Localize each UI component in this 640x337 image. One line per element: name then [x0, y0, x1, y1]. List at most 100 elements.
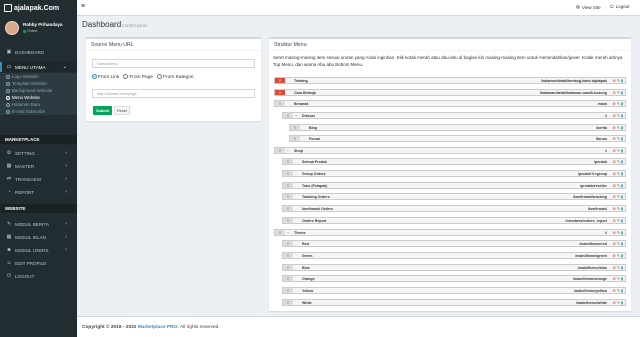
- drag-handle-icon[interactable]: ≡: [275, 90, 285, 95]
- delete-icon[interactable]: ⊗: [613, 194, 616, 199]
- menu-item-row[interactable]: ≡ White/main/theme/white ⊗ ✎ ▮: [282, 299, 626, 306]
- trash-icon[interactable]: ▮: [621, 194, 623, 199]
- edit-icon[interactable]: ✎: [617, 265, 620, 270]
- menu-item-row[interactable]: ≡ Forum/forum ⊗ ✎ ▮: [289, 135, 626, 142]
- menu-item-row[interactable]: ≡ − Theme # ⊗ ✎ ▮: [274, 229, 626, 236]
- logout-link[interactable]: ⏻ Logout: [610, 4, 629, 9]
- menu-item-row[interactable]: ≡ Beranda/main ⊗ ✎ ▮: [274, 100, 626, 107]
- drag-handle-icon[interactable]: ≡: [283, 218, 293, 223]
- edit-icon[interactable]: ✎: [617, 300, 620, 305]
- drag-handle-icon[interactable]: ≡: [290, 136, 300, 141]
- trash-icon[interactable]: ▮: [621, 218, 623, 223]
- radio-from-page[interactable]: From Page: [123, 74, 153, 80]
- edit-icon[interactable]: ✎: [617, 113, 620, 118]
- app-logo[interactable]: ajalapak.Com: [0, 0, 77, 16]
- menu-item-row[interactable]: ≡ − Shop # ⊗ ✎ ▮: [274, 147, 626, 154]
- edit-icon[interactable]: ✎: [617, 171, 620, 176]
- trash-icon[interactable]: ▮: [621, 276, 623, 281]
- delete-icon[interactable]: ⊗: [613, 101, 616, 106]
- drag-handle-icon[interactable]: ≡: [283, 265, 293, 270]
- trash-icon[interactable]: ▮: [621, 90, 623, 95]
- submenu-template-website[interactable]: Template Website: [0, 80, 77, 87]
- drag-handle-icon[interactable]: ≡: [283, 276, 293, 281]
- drag-handle-icon[interactable]: ≡: [283, 288, 293, 293]
- menu-item-row[interactable]: ≡ Tentang/halaman/detail/tentang-kami-taj…: [274, 77, 626, 84]
- drag-handle-icon[interactable]: ≡: [283, 300, 293, 305]
- radio-from-link[interactable]: From Link: [92, 74, 119, 80]
- submenu-menu-website[interactable]: Menu Website: [0, 94, 77, 101]
- drag-handle-icon[interactable]: ≡: [275, 78, 285, 83]
- sidebar-item-report[interactable]: ◔ REPORT ‹: [0, 187, 77, 197]
- sidebar-item-transaksi[interactable]: ⇄ TRANSAKSI ‹: [0, 174, 77, 184]
- trash-icon[interactable]: ▮: [621, 148, 623, 153]
- drag-handle-icon[interactable]: ≡: [275, 148, 285, 153]
- delete-icon[interactable]: ⊗: [613, 90, 616, 95]
- drag-handle-icon[interactable]: ≡: [283, 159, 293, 164]
- menu-item-row[interactable]: ≡ Tracking Orders/konfirmasi/tracking ⊗ ✎ ▮: [282, 193, 626, 200]
- delete-icon[interactable]: ⊗: [613, 183, 616, 188]
- trash-icon[interactable]: ▮: [621, 230, 623, 235]
- delete-icon[interactable]: ⊗: [613, 300, 616, 305]
- menu-item-row[interactable]: ≡ − Diskusi # ⊗ ✎ ▮: [282, 112, 626, 119]
- trash-icon[interactable]: ▮: [621, 265, 623, 270]
- delete-icon[interactable]: ⊗: [613, 276, 616, 281]
- drag-handle-icon[interactable]: ≡: [283, 194, 293, 199]
- edit-icon[interactable]: ✎: [617, 194, 620, 199]
- delete-icon[interactable]: ⊗: [613, 206, 616, 211]
- trash-icon[interactable]: ▮: [621, 300, 623, 305]
- edit-icon[interactable]: ✎: [617, 78, 620, 83]
- footer-brand-link[interactable]: Marketplace PRO.: [138, 325, 179, 330]
- edit-icon[interactable]: ✎: [617, 136, 620, 141]
- reset-button[interactable]: Reset: [114, 106, 130, 115]
- edit-icon[interactable]: ✎: [617, 90, 620, 95]
- drag-handle-icon[interactable]: ≡: [275, 230, 285, 235]
- delete-icon[interactable]: ⊗: [613, 136, 616, 141]
- trash-icon[interactable]: ▮: [621, 101, 623, 106]
- menu-item-row[interactable]: ≡ Semua Produk/produk ⊗ ✎ ▮: [282, 158, 626, 165]
- sidebar-item-modul-berita[interactable]: ✎ MODUL BERITA ‹: [0, 219, 77, 229]
- submenu-logo-website[interactable]: Logo Website: [0, 73, 77, 80]
- trash-icon[interactable]: ▮: [621, 78, 623, 83]
- sidebar-item-setting[interactable]: ⚙ SETTING ‹: [0, 148, 77, 158]
- delete-icon[interactable]: ⊗: [613, 288, 616, 293]
- drag-handle-icon[interactable]: ≡: [283, 206, 293, 211]
- drag-handle-icon[interactable]: ≡: [283, 171, 293, 176]
- menu-item-row[interactable]: ≡ Orders Report/members/orders_report ⊗ ✎ ▮: [282, 217, 626, 224]
- edit-icon[interactable]: ✎: [617, 218, 620, 223]
- edit-icon[interactable]: ✎: [617, 288, 620, 293]
- menu-item-row[interactable]: ≡ Green/main/theme/green ⊗ ✎ ▮: [282, 252, 626, 259]
- url-input[interactable]: http://domain.com/page: [92, 89, 255, 98]
- edit-icon[interactable]: ✎: [617, 125, 620, 130]
- delete-icon[interactable]: ⊗: [613, 265, 616, 270]
- sidebar-item-menu-utama[interactable]: ▭ MENU UTAMA ⌄: [0, 62, 77, 72]
- edit-icon[interactable]: ✎: [617, 206, 620, 211]
- submenu-email-subscribe[interactable]: E-mail Subscribe: [0, 108, 77, 115]
- trash-icon[interactable]: ▮: [621, 183, 623, 188]
- menu-item-row[interactable]: ≡ Group Orders/produk?r=group ⊗ ✎ ▮: [282, 170, 626, 177]
- submenu-background-website[interactable]: Background Website: [0, 87, 77, 94]
- trash-icon[interactable]: ▮: [621, 113, 623, 118]
- trash-icon[interactable]: ▮: [621, 253, 623, 258]
- submenu-halaman-baru[interactable]: Halaman Baru: [0, 101, 77, 108]
- trash-icon[interactable]: ▮: [621, 136, 623, 141]
- menu-item-row[interactable]: ≡ Toko (Pelapak) /produk/reseller ⊗ ✎ ▮: [282, 182, 626, 189]
- menu-item-row[interactable]: ≡ Cara Belanja/halaman/detail/halaman-mas…: [274, 89, 626, 96]
- edit-icon[interactable]: ✎: [617, 183, 620, 188]
- drag-handle-icon[interactable]: ≡: [283, 183, 293, 188]
- delete-icon[interactable]: ⊗: [613, 125, 616, 130]
- menu-name-input[interactable]: Nama Menu: [92, 59, 255, 68]
- menu-item-row[interactable]: ≡ Orange/main/theme/orange ⊗ ✎ ▮: [282, 275, 626, 282]
- delete-icon[interactable]: ⊗: [613, 230, 616, 235]
- delete-icon[interactable]: ⊗: [613, 148, 616, 153]
- sidebar-item-dashboard[interactable]: ▣ DASHBOARD: [0, 47, 77, 57]
- delete-icon[interactable]: ⊗: [613, 253, 616, 258]
- edit-icon[interactable]: ✎: [617, 101, 620, 106]
- submit-button[interactable]: Submit: [93, 106, 112, 115]
- sidebar-item-master[interactable]: ▦ MASTER ‹: [0, 161, 77, 171]
- sidebar-item-modul-users[interactable]: ☻ MODUL USERS ‹: [0, 245, 77, 255]
- sidebar-item-modul-iklan[interactable]: ▦ MODUL IKLAN ‹: [0, 232, 77, 242]
- drag-handle-icon[interactable]: ≡: [290, 125, 300, 130]
- edit-icon[interactable]: ✎: [617, 276, 620, 281]
- drag-handle-icon[interactable]: ≡: [283, 241, 293, 246]
- sidebar-item-edit-profile[interactable]: ☺ EDIT PROFILE: [0, 258, 77, 268]
